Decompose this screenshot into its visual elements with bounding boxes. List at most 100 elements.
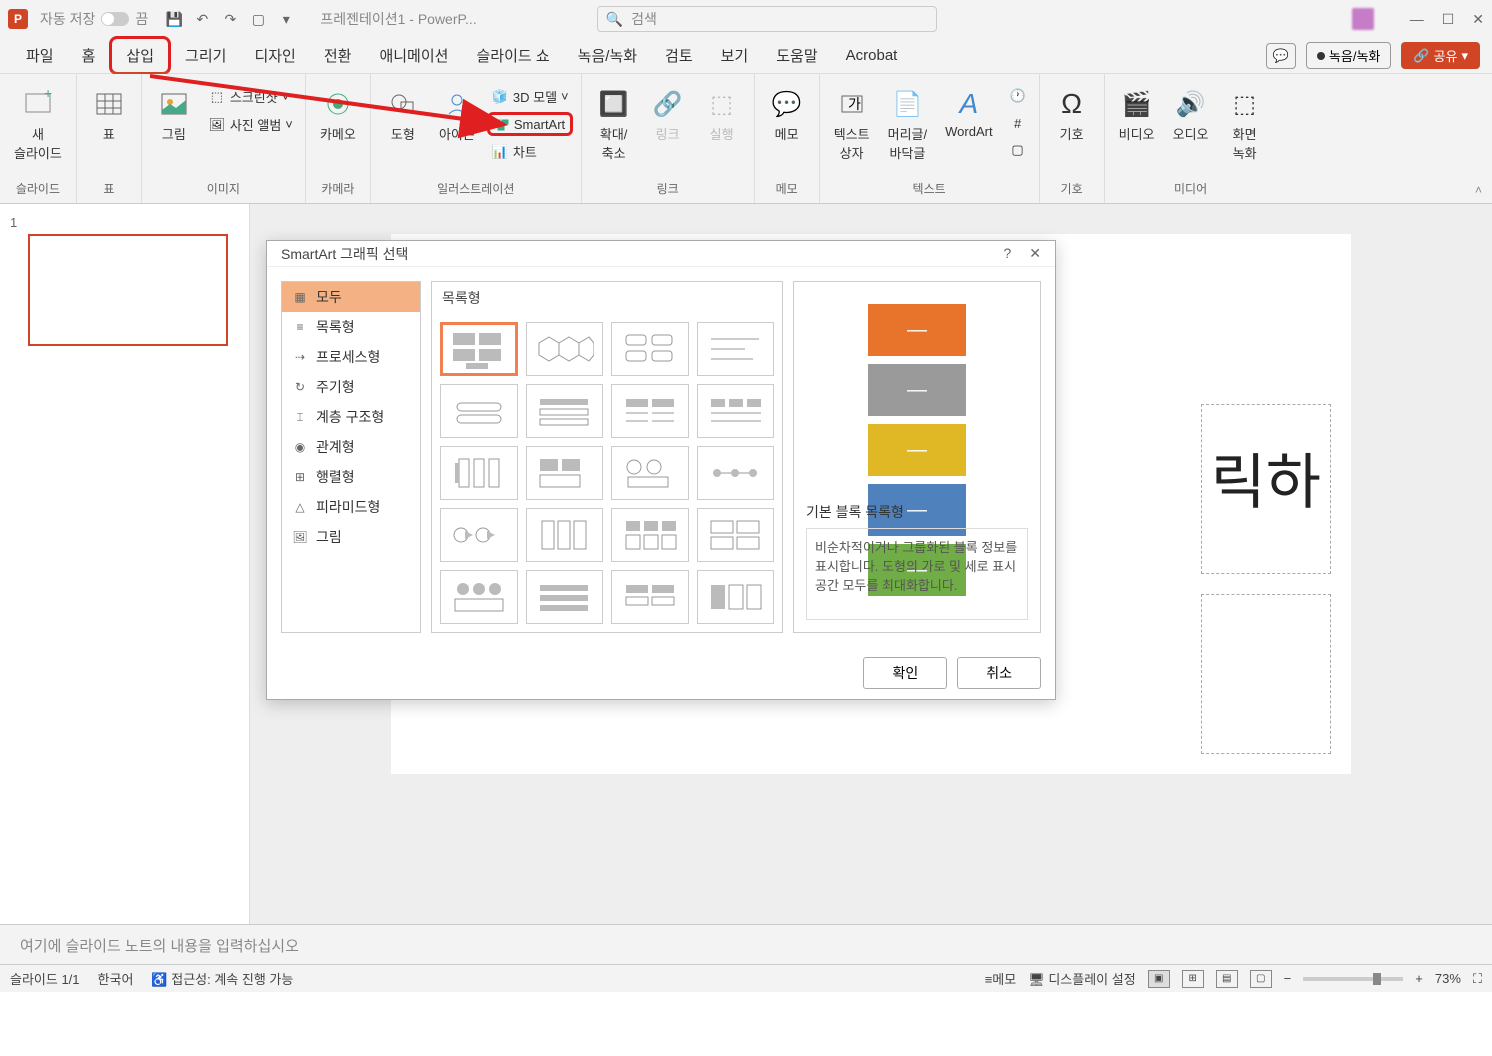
redo-icon[interactable]: ↷ <box>220 9 240 29</box>
zoom-button[interactable]: 🔲확대/ 축소 <box>590 84 638 164</box>
cat-list[interactable]: ≡목록형 <box>282 312 420 342</box>
symbol-button[interactable]: Ω기호 <box>1048 84 1096 145</box>
notes-toggle[interactable]: ≡메모 <box>985 969 1017 988</box>
tab-file[interactable]: 파일 <box>12 39 68 72</box>
smartart-button[interactable]: SmartArt <box>487 112 573 136</box>
reading-view-icon[interactable]: ▤ <box>1216 970 1238 988</box>
link-button[interactable]: 🔗링크 <box>644 84 692 145</box>
record-button[interactable]: 녹음/녹화 <box>1306 42 1391 69</box>
datetime-button[interactable]: 🕐 <box>1005 84 1031 108</box>
icons-button[interactable]: 아이콘 <box>433 84 481 145</box>
zoom-in-icon[interactable]: + <box>1415 971 1423 986</box>
cat-hierarchy[interactable]: ⌶계층 구조형 <box>282 402 420 432</box>
autosave-toggle[interactable]: 자동 저장 끔 <box>40 9 148 29</box>
accessibility-indicator[interactable]: ♿ 접근성: 계속 진행 가능 <box>151 969 293 988</box>
screenshot-button[interactable]: ⬚스크린샷 ˅ <box>204 84 297 109</box>
tab-animation[interactable]: 애니메이션 <box>365 39 462 72</box>
layout-item[interactable] <box>697 384 775 438</box>
undo-icon[interactable]: ↶ <box>192 9 212 29</box>
tab-slideshow[interactable]: 슬라이드 쇼 <box>462 39 563 72</box>
present-icon[interactable]: ▢ <box>248 9 268 29</box>
share-button[interactable]: 🔗 공유 ▾ <box>1401 42 1480 69</box>
picture-button[interactable]: 그림 <box>150 84 198 145</box>
layout-item[interactable] <box>697 508 775 562</box>
layout-item[interactable] <box>440 570 518 624</box>
layout-item[interactable] <box>440 384 518 438</box>
layout-basic-block[interactable] <box>440 322 518 376</box>
wordart-button[interactable]: AWordArt <box>939 84 998 141</box>
layout-item[interactable] <box>611 384 689 438</box>
subtitle-placeholder[interactable] <box>1201 594 1331 754</box>
layout-item[interactable] <box>440 508 518 562</box>
fit-to-window-icon[interactable]: ⛶ <box>1473 971 1482 987</box>
chart-button[interactable]: 📊차트 <box>487 139 573 164</box>
zoom-value[interactable]: 73% <box>1435 971 1461 986</box>
audio-button[interactable]: 🔊오디오 <box>1167 84 1215 145</box>
cancel-button[interactable]: 취소 <box>957 657 1041 689</box>
shapes-button[interactable]: 도형 <box>379 84 427 145</box>
layout-item[interactable] <box>697 446 775 500</box>
cat-cycle[interactable]: ↻주기형 <box>282 372 420 402</box>
search-input[interactable]: 🔍 검색 <box>597 6 937 32</box>
layout-item[interactable] <box>526 508 604 562</box>
tab-draw[interactable]: 그리기 <box>171 39 240 72</box>
table-button[interactable]: 표 <box>85 84 133 145</box>
tab-acrobat[interactable]: Acrobat <box>832 41 912 70</box>
cameo-button[interactable]: 카메오 <box>314 84 362 145</box>
layout-item[interactable] <box>697 322 775 376</box>
cat-matrix[interactable]: ⊞행렬형 <box>282 462 420 492</box>
layout-item[interactable] <box>526 570 604 624</box>
action-button[interactable]: ⬚실행 <box>698 84 746 145</box>
tab-review[interactable]: 검토 <box>651 39 707 72</box>
slide-indicator[interactable]: 슬라이드 1/1 <box>10 969 80 988</box>
cat-relation[interactable]: ◉관계형 <box>282 432 420 462</box>
tab-transition[interactable]: 전환 <box>310 39 366 72</box>
object-button[interactable]: ▢ <box>1005 138 1031 162</box>
video-button[interactable]: 🎬비디오 <box>1113 84 1161 145</box>
maximize-icon[interactable]: ☐ <box>1442 11 1455 28</box>
layout-item[interactable] <box>611 322 689 376</box>
layout-item[interactable] <box>526 446 604 500</box>
cat-process[interactable]: ⇢프로세스형 <box>282 342 420 372</box>
cat-picture[interactable]: 🖼그림 <box>282 522 420 552</box>
slide-number-button[interactable]: # <box>1005 111 1031 135</box>
normal-view-icon[interactable]: ▣ <box>1148 970 1170 988</box>
sorter-view-icon[interactable]: ⊞ <box>1182 970 1204 988</box>
qat-dropdown-icon[interactable]: ▾ <box>276 9 296 29</box>
layout-item[interactable] <box>697 570 775 624</box>
minimize-icon[interactable]: ― <box>1410 11 1424 27</box>
ok-button[interactable]: 확인 <box>863 657 947 689</box>
slideshow-view-icon[interactable]: ▢ <box>1250 970 1272 988</box>
new-slide-button[interactable]: + 새 슬라이드 <box>8 84 68 164</box>
tab-view[interactable]: 보기 <box>707 39 763 72</box>
tab-home[interactable]: 홈 <box>68 39 110 72</box>
layout-item[interactable] <box>526 322 604 376</box>
tab-help[interactable]: 도움말 <box>762 39 831 72</box>
user-avatar[interactable] <box>1352 8 1374 30</box>
photo-album-button[interactable]: 🖼사진 앨범 ˅ <box>204 112 297 137</box>
memo-button[interactable]: 💬메모 <box>763 84 811 145</box>
dialog-help-icon[interactable]: ? <box>1003 245 1011 262</box>
cat-pyramid[interactable]: △피라미드형 <box>282 492 420 522</box>
toggle-icon[interactable] <box>101 12 129 26</box>
dialog-close-icon[interactable]: ✕ <box>1029 245 1041 262</box>
comments-button[interactable]: 💬 <box>1266 43 1296 69</box>
zoom-out-icon[interactable]: − <box>1284 971 1292 986</box>
notes-pane[interactable]: 여기에 슬라이드 노트의 내용을 입력하십시오 <box>0 924 1492 964</box>
layout-item[interactable] <box>611 446 689 500</box>
display-settings[interactable]: 🖥 디스플레이 설정 <box>1028 969 1135 988</box>
headerfooter-button[interactable]: 📄머리글/ 바닥글 <box>882 84 934 164</box>
layout-item[interactable] <box>440 446 518 500</box>
tab-insert[interactable]: 삽입 <box>109 36 171 75</box>
cat-all[interactable]: ▦모두 <box>282 282 420 312</box>
slide-thumbnail-1[interactable] <box>28 234 228 346</box>
layout-item[interactable] <box>611 508 689 562</box>
close-icon[interactable]: ✕ <box>1472 11 1484 28</box>
tab-design[interactable]: 디자인 <box>240 39 309 72</box>
layout-item[interactable] <box>611 570 689 624</box>
screen-recording-button[interactable]: ⬚화면 녹화 <box>1221 84 1269 164</box>
save-icon[interactable]: 💾 <box>164 9 184 29</box>
zoom-slider[interactable] <box>1303 977 1403 981</box>
language-indicator[interactable]: 한국어 <box>98 969 134 988</box>
tab-record[interactable]: 녹음/녹화 <box>564 39 651 72</box>
